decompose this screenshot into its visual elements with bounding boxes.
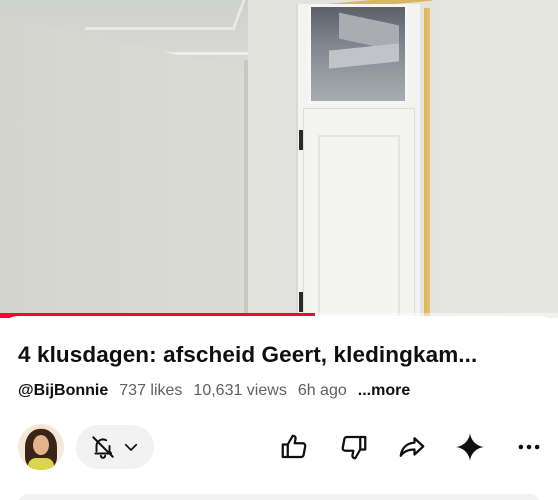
upload-age: 6h ago — [297, 382, 347, 399]
video-frame-corner — [244, 60, 248, 318]
video-player[interactable] — [0, 0, 558, 318]
video-title[interactable]: 4 klusdagen: afscheid Geert, kledingkam.… — [18, 342, 548, 368]
video-frame-door-panel — [318, 135, 400, 318]
video-meta-row: @BijBonnie 737 likes 10,631 views 6h ago… — [18, 382, 410, 400]
like-button[interactable] — [277, 430, 311, 464]
more-actions-button[interactable] — [512, 430, 546, 464]
share-button[interactable] — [395, 430, 429, 464]
channel-handle[interactable]: @BijBonnie — [18, 382, 108, 400]
thumbs-up-icon — [279, 432, 309, 462]
more-icon — [516, 434, 542, 460]
notification-settings-button[interactable] — [76, 425, 154, 469]
comments-preview-card[interactable] — [18, 494, 540, 500]
action-row — [18, 424, 548, 472]
video-details-sheet: 4 klusdagen: afscheid Geert, kledingkam.… — [0, 316, 558, 500]
avatar-shirt — [28, 458, 54, 470]
video-frame-hinge — [299, 130, 303, 150]
video-frame-transom-window — [308, 4, 408, 104]
ask-button[interactable] — [453, 430, 487, 464]
more-link[interactable]: ...more — [358, 382, 410, 400]
share-icon — [396, 432, 428, 462]
views-count: 10,631 views — [193, 382, 287, 399]
bell-off-icon — [90, 434, 116, 460]
video-frame-tape — [424, 8, 430, 318]
video-frame-molding-inner — [84, 0, 246, 30]
video-frame-hinge — [299, 292, 303, 312]
avatar-face — [33, 435, 49, 455]
video-frame-door — [303, 108, 415, 318]
thumbs-down-icon — [339, 432, 369, 462]
video-frame-left-wall — [0, 18, 250, 318]
chevron-down-icon — [122, 438, 140, 456]
likes-count: 737 likes — [119, 382, 183, 399]
dislike-button[interactable] — [337, 430, 371, 464]
sparkle-icon — [454, 431, 486, 463]
avatar[interactable] — [18, 424, 64, 470]
